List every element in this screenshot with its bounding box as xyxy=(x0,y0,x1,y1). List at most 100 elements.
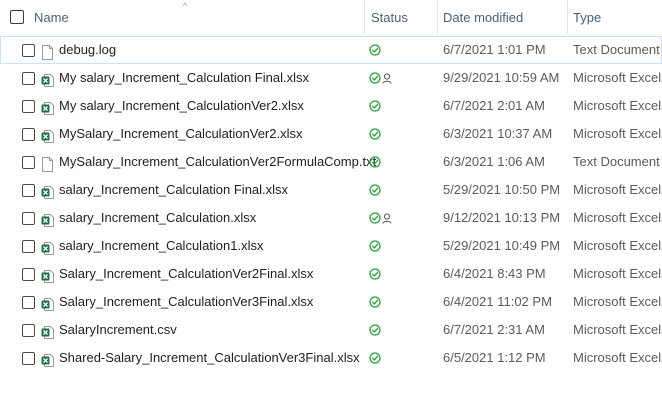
date-modified: 6/4/2021 8:43 PM xyxy=(443,266,546,281)
status-cell xyxy=(369,212,392,224)
file-row[interactable]: debug.log 6/7/2021 1:01 PM Text Document xyxy=(0,36,662,64)
file-type: Microsoft Excel... xyxy=(573,266,662,281)
row-checkbox[interactable] xyxy=(22,296,35,309)
available-check-icon xyxy=(369,268,381,280)
row-checkbox[interactable] xyxy=(22,72,35,85)
date-modified: 6/5/2021 1:12 PM xyxy=(443,350,546,365)
file-row[interactable]: MySalary_Increment_CalculationVer2Formul… xyxy=(0,148,662,176)
file-row[interactable]: salary_Increment_Calculation Final.xlsx 5… xyxy=(0,176,662,204)
excel-file-icon xyxy=(41,182,54,199)
status-cell xyxy=(369,352,381,364)
column-divider[interactable] xyxy=(567,0,568,34)
excel-file-icon xyxy=(41,294,54,311)
file-row[interactable]: MySalary_Increment_CalculationVer2.xlsx 6… xyxy=(0,120,662,148)
file-row[interactable]: salary_Increment_Calculation1.xlsx 5/29/2… xyxy=(0,232,662,260)
file-name[interactable]: SalaryIncrement.csv xyxy=(59,316,177,344)
file-name[interactable]: Salary_Increment_CalculationVer3Final.xl… xyxy=(59,288,313,316)
shared-person-icon xyxy=(382,72,392,84)
date-modified: 6/3/2021 10:37 AM xyxy=(443,126,553,141)
excel-file-icon xyxy=(41,350,54,367)
date-modified: 5/29/2021 10:50 PM xyxy=(443,182,561,197)
column-header-name[interactable]: Name xyxy=(34,10,69,26)
file-row[interactable]: Salary_Increment_CalculationVer3Final.xl… xyxy=(0,288,662,316)
file-list-view: ^ Name Status Date modified Type debug.l… xyxy=(0,0,662,407)
column-divider[interactable] xyxy=(437,0,438,34)
file-type: Microsoft Excel... xyxy=(573,98,662,113)
row-checkbox[interactable] xyxy=(22,324,35,337)
file-name[interactable]: MySalary_Increment_CalculationVer2Formul… xyxy=(59,148,376,176)
row-checkbox[interactable] xyxy=(22,184,35,197)
file-row[interactable]: salary_Increment_Calculation.xlsx 9/12/20… xyxy=(0,204,662,232)
file-row[interactable]: My salary_Increment_CalculationVer2.xlsx… xyxy=(0,92,662,120)
available-check-icon xyxy=(369,212,381,224)
available-check-icon xyxy=(369,128,381,140)
available-check-icon xyxy=(369,324,381,336)
column-header-type[interactable]: Type xyxy=(573,10,601,26)
file-row[interactable]: SalaryIncrement.csv 6/7/2021 2:31 AM Micro… xyxy=(0,316,662,344)
sort-ascending-icon: ^ xyxy=(183,1,188,11)
file-row[interactable]: Shared-Salary_Increment_CalculationVer3F… xyxy=(0,344,662,372)
row-checkbox[interactable] xyxy=(22,352,35,365)
file-name[interactable]: Shared-Salary_Increment_CalculationVer3F… xyxy=(59,344,360,372)
file-row[interactable]: My salary_Increment_Calculation Final.xl… xyxy=(0,64,662,92)
file-type: Microsoft Excel... xyxy=(573,126,662,141)
file-type: Microsoft Excel... xyxy=(573,182,662,197)
file-type: Microsoft Excel... xyxy=(573,70,662,85)
status-cell xyxy=(369,44,381,56)
column-header-status[interactable]: Status xyxy=(371,10,408,26)
file-name[interactable]: My salary_Increment_CalculationVer2.xlsx xyxy=(59,92,304,120)
file-name[interactable]: salary_Increment_Calculation1.xlsx xyxy=(59,232,263,260)
text-file-icon xyxy=(41,42,54,60)
row-checkbox[interactable] xyxy=(22,100,35,113)
row-checkbox[interactable] xyxy=(22,156,35,169)
available-check-icon xyxy=(369,352,381,364)
status-cell xyxy=(369,128,381,140)
status-cell xyxy=(369,268,381,280)
date-modified: 6/7/2021 2:31 AM xyxy=(443,322,545,337)
file-name[interactable]: Salary_Increment_CalculationVer2Final.xl… xyxy=(59,260,313,288)
date-modified: 5/29/2021 10:49 PM xyxy=(443,238,561,253)
status-cell xyxy=(369,240,381,252)
file-name[interactable]: salary_Increment_Calculation.xlsx xyxy=(59,204,256,232)
column-header-date-modified[interactable]: Date modified xyxy=(443,10,523,26)
shared-person-icon xyxy=(382,212,392,224)
file-row[interactable]: Salary_Increment_CalculationVer2Final.xl… xyxy=(0,260,662,288)
status-cell xyxy=(369,184,381,196)
available-check-icon xyxy=(369,184,381,196)
file-type: Microsoft Excel... xyxy=(573,210,662,225)
file-name[interactable]: salary_Increment_Calculation Final.xlsx xyxy=(59,176,288,204)
available-check-icon xyxy=(369,156,381,168)
row-checkbox[interactable] xyxy=(22,268,35,281)
file-name[interactable]: My salary_Increment_Calculation Final.xl… xyxy=(59,64,309,92)
status-cell xyxy=(369,296,381,308)
row-checkbox[interactable] xyxy=(22,44,35,57)
select-all-checkbox[interactable] xyxy=(10,10,24,24)
text-file-icon xyxy=(41,154,54,172)
file-type: Text Document xyxy=(573,154,660,169)
date-modified: 6/4/2021 11:02 PM xyxy=(443,294,552,309)
row-checkbox[interactable] xyxy=(22,240,35,253)
file-name[interactable]: MySalary_Increment_CalculationVer2.xlsx xyxy=(59,120,303,148)
available-check-icon xyxy=(369,240,381,252)
date-modified: 6/7/2021 1:01 PM xyxy=(443,42,546,57)
status-cell xyxy=(369,324,381,336)
column-header-bar: ^ Name Status Date modified Type xyxy=(0,0,662,34)
column-divider[interactable] xyxy=(364,0,365,34)
excel-file-icon xyxy=(41,98,54,115)
row-checkbox[interactable] xyxy=(22,212,35,225)
date-modified: 9/12/2021 10:13 PM xyxy=(443,210,561,225)
excel-file-icon xyxy=(41,70,54,87)
date-modified: 6/3/2021 1:06 AM xyxy=(443,154,545,169)
status-cell xyxy=(369,156,381,168)
status-cell xyxy=(369,100,381,112)
file-type: Microsoft Excel... xyxy=(573,294,662,309)
status-cell xyxy=(369,72,392,84)
excel-file-icon xyxy=(41,126,54,143)
file-name[interactable]: debug.log xyxy=(59,36,116,64)
file-rows: debug.log 6/7/2021 1:01 PM Text Document My… xyxy=(0,36,662,372)
row-checkbox[interactable] xyxy=(22,128,35,141)
file-type: Microsoft Excel... xyxy=(573,322,662,337)
available-check-icon xyxy=(369,72,381,84)
date-modified: 9/29/2021 10:59 AM xyxy=(443,70,560,85)
file-type: Microsoft Excel... xyxy=(573,238,662,253)
